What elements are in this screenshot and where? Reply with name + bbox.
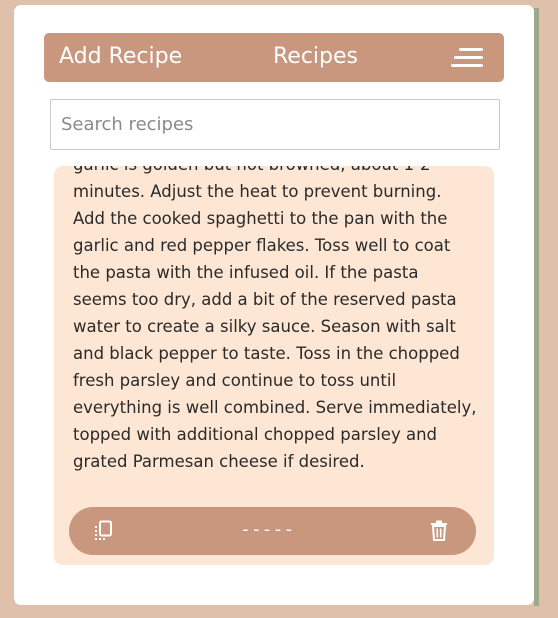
hamburger-menu-icon[interactable] — [450, 46, 486, 70]
page-title: Recipes — [273, 44, 359, 69]
search-input[interactable] — [50, 99, 500, 150]
copy-icon[interactable] — [94, 520, 113, 541]
add-recipe-button[interactable]: Add Recipe — [59, 43, 182, 71]
recipe-divider-dashes: ----- — [240, 519, 295, 540]
recipe-card-actions: ----- — [69, 507, 476, 555]
recipe-card: garlic is golden but not browned, about … — [54, 166, 494, 565]
window-edge-strip — [534, 8, 539, 606]
recipe-instructions: garlic is golden but not browned, about … — [73, 166, 477, 471]
trash-icon[interactable] — [430, 520, 448, 541]
header-bar: Add Recipe Recipes — [44, 33, 504, 82]
